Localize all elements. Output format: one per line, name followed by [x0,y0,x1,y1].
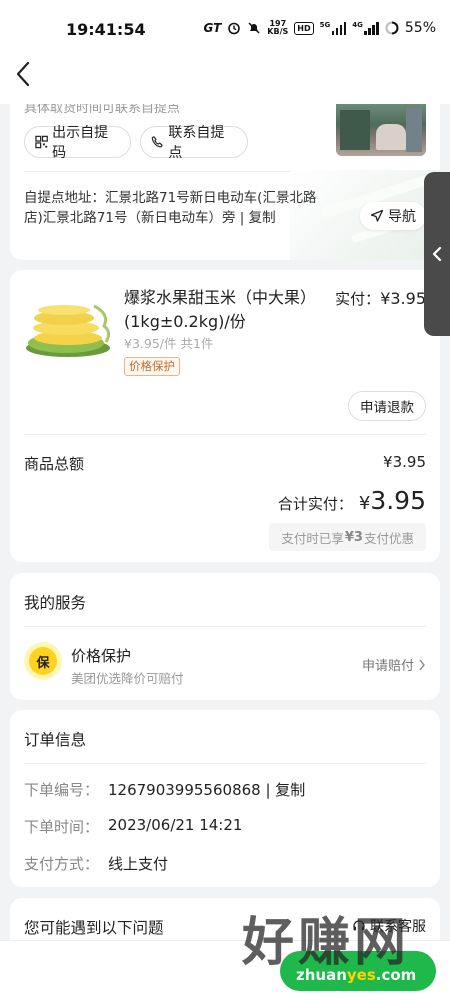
service-card: 我的服务 保 价格保护 美团优选降价可赔付 申请赔付 [10,573,440,700]
product-paid-label: 实付： [335,290,381,308]
contact-pickup-point-button[interactable]: 联系自提点 [140,125,248,161]
total-paid-amount: ¥3.95 [358,486,426,515]
unit-price: ¥3.95/件 [124,336,177,351]
chevron-right-icon [419,659,425,670]
goods-card: 爆浆水果甜玉米（中大果）(1kg±0.2kg)/份 实付：¥3.95 ¥3.95… [10,270,440,562]
product-unit-info: ¥3.95/件 共1件 [124,333,213,352]
carrier-mark: GT [203,21,222,35]
hd-icon: HD [294,21,314,35]
order-number-value[interactable]: 1267903995560868 | 复制 [108,779,305,800]
order-row-time: 下单时间： 2023/06/21 14:21 [24,816,243,836]
order-info-title: 订单信息 [24,731,87,749]
discount-amount: ¥3 [344,529,363,545]
order-row-number: 下单编号： 1267903995560868 | 复制 [24,779,306,800]
quantity: 共1件 [180,336,214,351]
product-paid-value: ¥3.95 [380,289,426,308]
signal-5g-icon: 5G [320,21,347,35]
chevron-left-icon [432,246,442,262]
service-title: 我的服务 [24,594,87,612]
divider [24,434,426,435]
mute-bell-icon [248,22,260,34]
divider [24,763,426,764]
claim-compensation-button[interactable]: 申请赔付 [362,655,426,674]
alarm-icon [228,22,241,35]
pickup-time-hint: 具体取货时间可联系自提点 [24,104,181,116]
price-protect-title: 价格保护 [71,647,132,665]
store-photo[interactable] [336,104,426,156]
product-paid: 实付：¥3.95 [335,288,426,309]
address-prefix: 自提点地址： [24,190,105,206]
contact-pickup-point-label: 联系自提点 [168,125,225,161]
signal-4g-icon: 4G [352,21,379,35]
address-separator: | [239,210,245,226]
bottom-action-bar [0,940,450,1000]
navigate-arrow-icon [370,209,384,222]
phone-icon [151,136,163,148]
price-protect-desc: 美团优选降价可赔付 [71,671,184,686]
battery-percent: 55% [404,20,436,36]
primary-action-button[interactable] [280,951,436,991]
goods-total-label: 商品总额 [24,455,85,473]
corn-product-image[interactable] [24,296,112,358]
navigate-button[interactable]: 导航 [360,202,426,230]
product-name[interactable]: 爆浆水果甜玉米（中大果）(1kg±0.2kg)/份 [124,286,324,334]
order-row-payment: 支付方式： 线上支付 [24,855,169,873]
status-icons: GT 197 KB/S HD 5G 4G 55% [203,19,436,37]
contact-support-button[interactable]: 联系客服 [352,916,426,936]
show-pickup-code-label: 出示自提码 [52,125,109,161]
total-paid: 合计实付： ¥3.95 [278,486,426,515]
order-info-card: 订单信息 下单编号： 1267903995560868 | 复制 下单时间： 2… [10,710,440,887]
net-speed: 197 KB/S [267,19,289,36]
battery-ring-icon [385,21,399,35]
copy-address-link[interactable]: 复制 [249,210,276,226]
issues-title: 您可能遇到以下问题 [24,919,164,937]
back-icon[interactable] [12,60,36,88]
pickup-card: 具体取货时间可联系自提点 出示自提码 联系自提点 自提点地址：汇景北路71号新日… [10,104,440,260]
contact-support-label: 联系客服 [370,919,426,935]
total-paid-label: 合计实付： [277,495,353,513]
status-time: 19:41:54 [66,20,146,39]
nav-bar [0,58,450,104]
floating-side-tab[interactable] [424,172,450,336]
pickup-address: 自提点地址：汇景北路71号新日电动车(汇景北路店)汇景北路71号（新日电动车）旁… [24,188,324,228]
payment-discount-note: 支付时已享 ¥3 支付优惠 [269,523,426,551]
claim-compensation-label: 申请赔付 [361,659,414,674]
price-protect-tag: 价格保护 [124,357,180,376]
goods-total-value: ¥3.95 [383,453,426,471]
status-bar: 19:41:54 GT 197 KB/S HD 5G 4G 55% [0,0,450,58]
qr-code-icon [35,135,48,149]
show-pickup-code-button[interactable]: 出示自提码 [24,125,131,161]
refund-button[interactable]: 申请退款 [348,391,426,421]
price-protect-badge-icon: 保 [24,642,62,680]
divider [24,626,426,627]
headset-icon [353,920,365,931]
navigate-label: 导航 [388,209,416,225]
